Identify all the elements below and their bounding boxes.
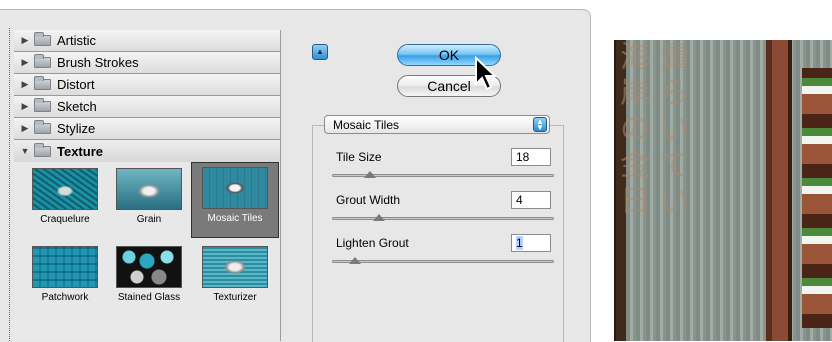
craquelure-preview xyxy=(32,168,98,210)
slider-knob[interactable] xyxy=(349,257,361,264)
triangle-up-icon: ▲ xyxy=(316,47,324,56)
lighten-grout-field[interactable]: 1 xyxy=(511,234,551,252)
stained-glass-preview xyxy=(116,246,182,288)
category-texture[interactable]: ▼ Texture xyxy=(14,140,280,162)
filter-thumb-mosaic-tiles[interactable]: Mosaic Tiles xyxy=(191,162,279,238)
field-value: 1 xyxy=(516,236,523,250)
open-folder-icon xyxy=(34,142,51,157)
thumb-label: Patchwork xyxy=(41,292,89,303)
folder-icon xyxy=(34,76,51,90)
category-distort[interactable]: ▶ Distort xyxy=(14,74,280,96)
grout-width-field[interactable]: 4 xyxy=(511,191,551,209)
category-label: Sketch xyxy=(57,99,97,114)
slider-knob[interactable] xyxy=(364,171,377,178)
tile-size-slider[interactable] xyxy=(332,171,554,178)
photo-inscription: 海 貴 岸 ら の い 金 て 日 い xyxy=(620,40,690,219)
category-stylize[interactable]: ▶ Stylize xyxy=(14,118,280,140)
grout-width-control: Grout Width 4 xyxy=(332,191,556,221)
param-label: Lighten Grout xyxy=(336,236,409,250)
disclosure-triangle-open-icon[interactable]: ▼ xyxy=(16,146,34,156)
disclosure-triangle-icon[interactable]: ▶ xyxy=(16,35,34,46)
disclosure-triangle-icon[interactable]: ▶ xyxy=(16,101,34,112)
lighten-grout-control: Lighten Grout 1 xyxy=(332,234,556,264)
filter-thumb-texturizer[interactable]: Texturizer xyxy=(192,242,278,316)
select-arrows-icon: ▲ ▼ xyxy=(533,117,547,132)
param-label: Grout Width xyxy=(336,193,401,207)
filter-select-value: Mosaic Tiles xyxy=(333,118,400,132)
filter-settings-panel: ▲ OK Cancel Mosaic Tiles ▲ ▼ Tile Size 18… xyxy=(290,30,590,342)
folder-icon xyxy=(34,120,51,134)
thumb-label: Craquelure xyxy=(40,214,90,225)
filter-thumb-craquelure[interactable]: Craquelure xyxy=(22,164,108,238)
arrow-cursor-icon xyxy=(475,56,498,91)
collapse-gallery-button[interactable]: ▲ xyxy=(312,44,328,60)
category-sketch[interactable]: ▶ Sketch xyxy=(14,96,280,118)
param-label: Tile Size xyxy=(336,150,382,164)
disclosure-triangle-icon[interactable]: ▶ xyxy=(16,79,34,90)
filter-category-list: ▶ Artistic ▶ Brush Strokes ▶ Distort ▶ S… xyxy=(14,30,281,341)
category-label: Stylize xyxy=(57,121,96,136)
texturizer-preview xyxy=(202,246,268,288)
grain-preview xyxy=(116,168,182,210)
filter-thumb-stained-glass[interactable]: Stained Glass xyxy=(106,242,192,316)
category-artistic[interactable]: ▶ Artistic xyxy=(14,30,280,52)
grout-width-slider[interactable] xyxy=(332,214,554,221)
slider-knob[interactable] xyxy=(373,214,386,221)
thumb-label: Stained Glass xyxy=(117,292,181,303)
filter-select[interactable]: Mosaic Tiles ▲ ▼ xyxy=(324,115,550,134)
category-brush-strokes[interactable]: ▶ Brush Strokes xyxy=(14,52,280,74)
category-label: Brush Strokes xyxy=(57,55,139,70)
folder-icon xyxy=(34,32,51,46)
filter-thumb-patchwork[interactable]: Patchwork xyxy=(22,242,108,316)
mosaic-tiles-preview xyxy=(202,167,268,209)
thumb-label: Mosaic Tiles xyxy=(207,213,263,224)
lighten-grout-slider[interactable] xyxy=(332,257,554,264)
folder-icon xyxy=(34,98,51,112)
patchwork-preview xyxy=(32,246,98,288)
folder-icon xyxy=(34,54,51,68)
disclosure-triangle-icon[interactable]: ▶ xyxy=(16,123,34,134)
preview-photo: 海 貴 岸 ら の い 金 て 日 い xyxy=(614,40,832,341)
texture-thumbnails: Craquelure Grain Mosaic Tiles Patchwork … xyxy=(14,162,280,318)
category-label: Texture xyxy=(57,143,103,159)
filter-thumb-grain[interactable]: Grain xyxy=(106,164,192,238)
thumb-label: Texturizer xyxy=(213,292,257,303)
tile-size-control: Tile Size 18 xyxy=(332,148,556,178)
tile-size-field[interactable]: 18 xyxy=(511,148,551,166)
category-label: Distort xyxy=(57,77,95,92)
thumb-label: Grain xyxy=(136,214,162,225)
category-label: Artistic xyxy=(57,33,96,48)
photo-window-frame xyxy=(802,68,832,328)
disclosure-triangle-icon[interactable]: ▶ xyxy=(16,57,34,68)
selection-marquee xyxy=(9,28,11,341)
